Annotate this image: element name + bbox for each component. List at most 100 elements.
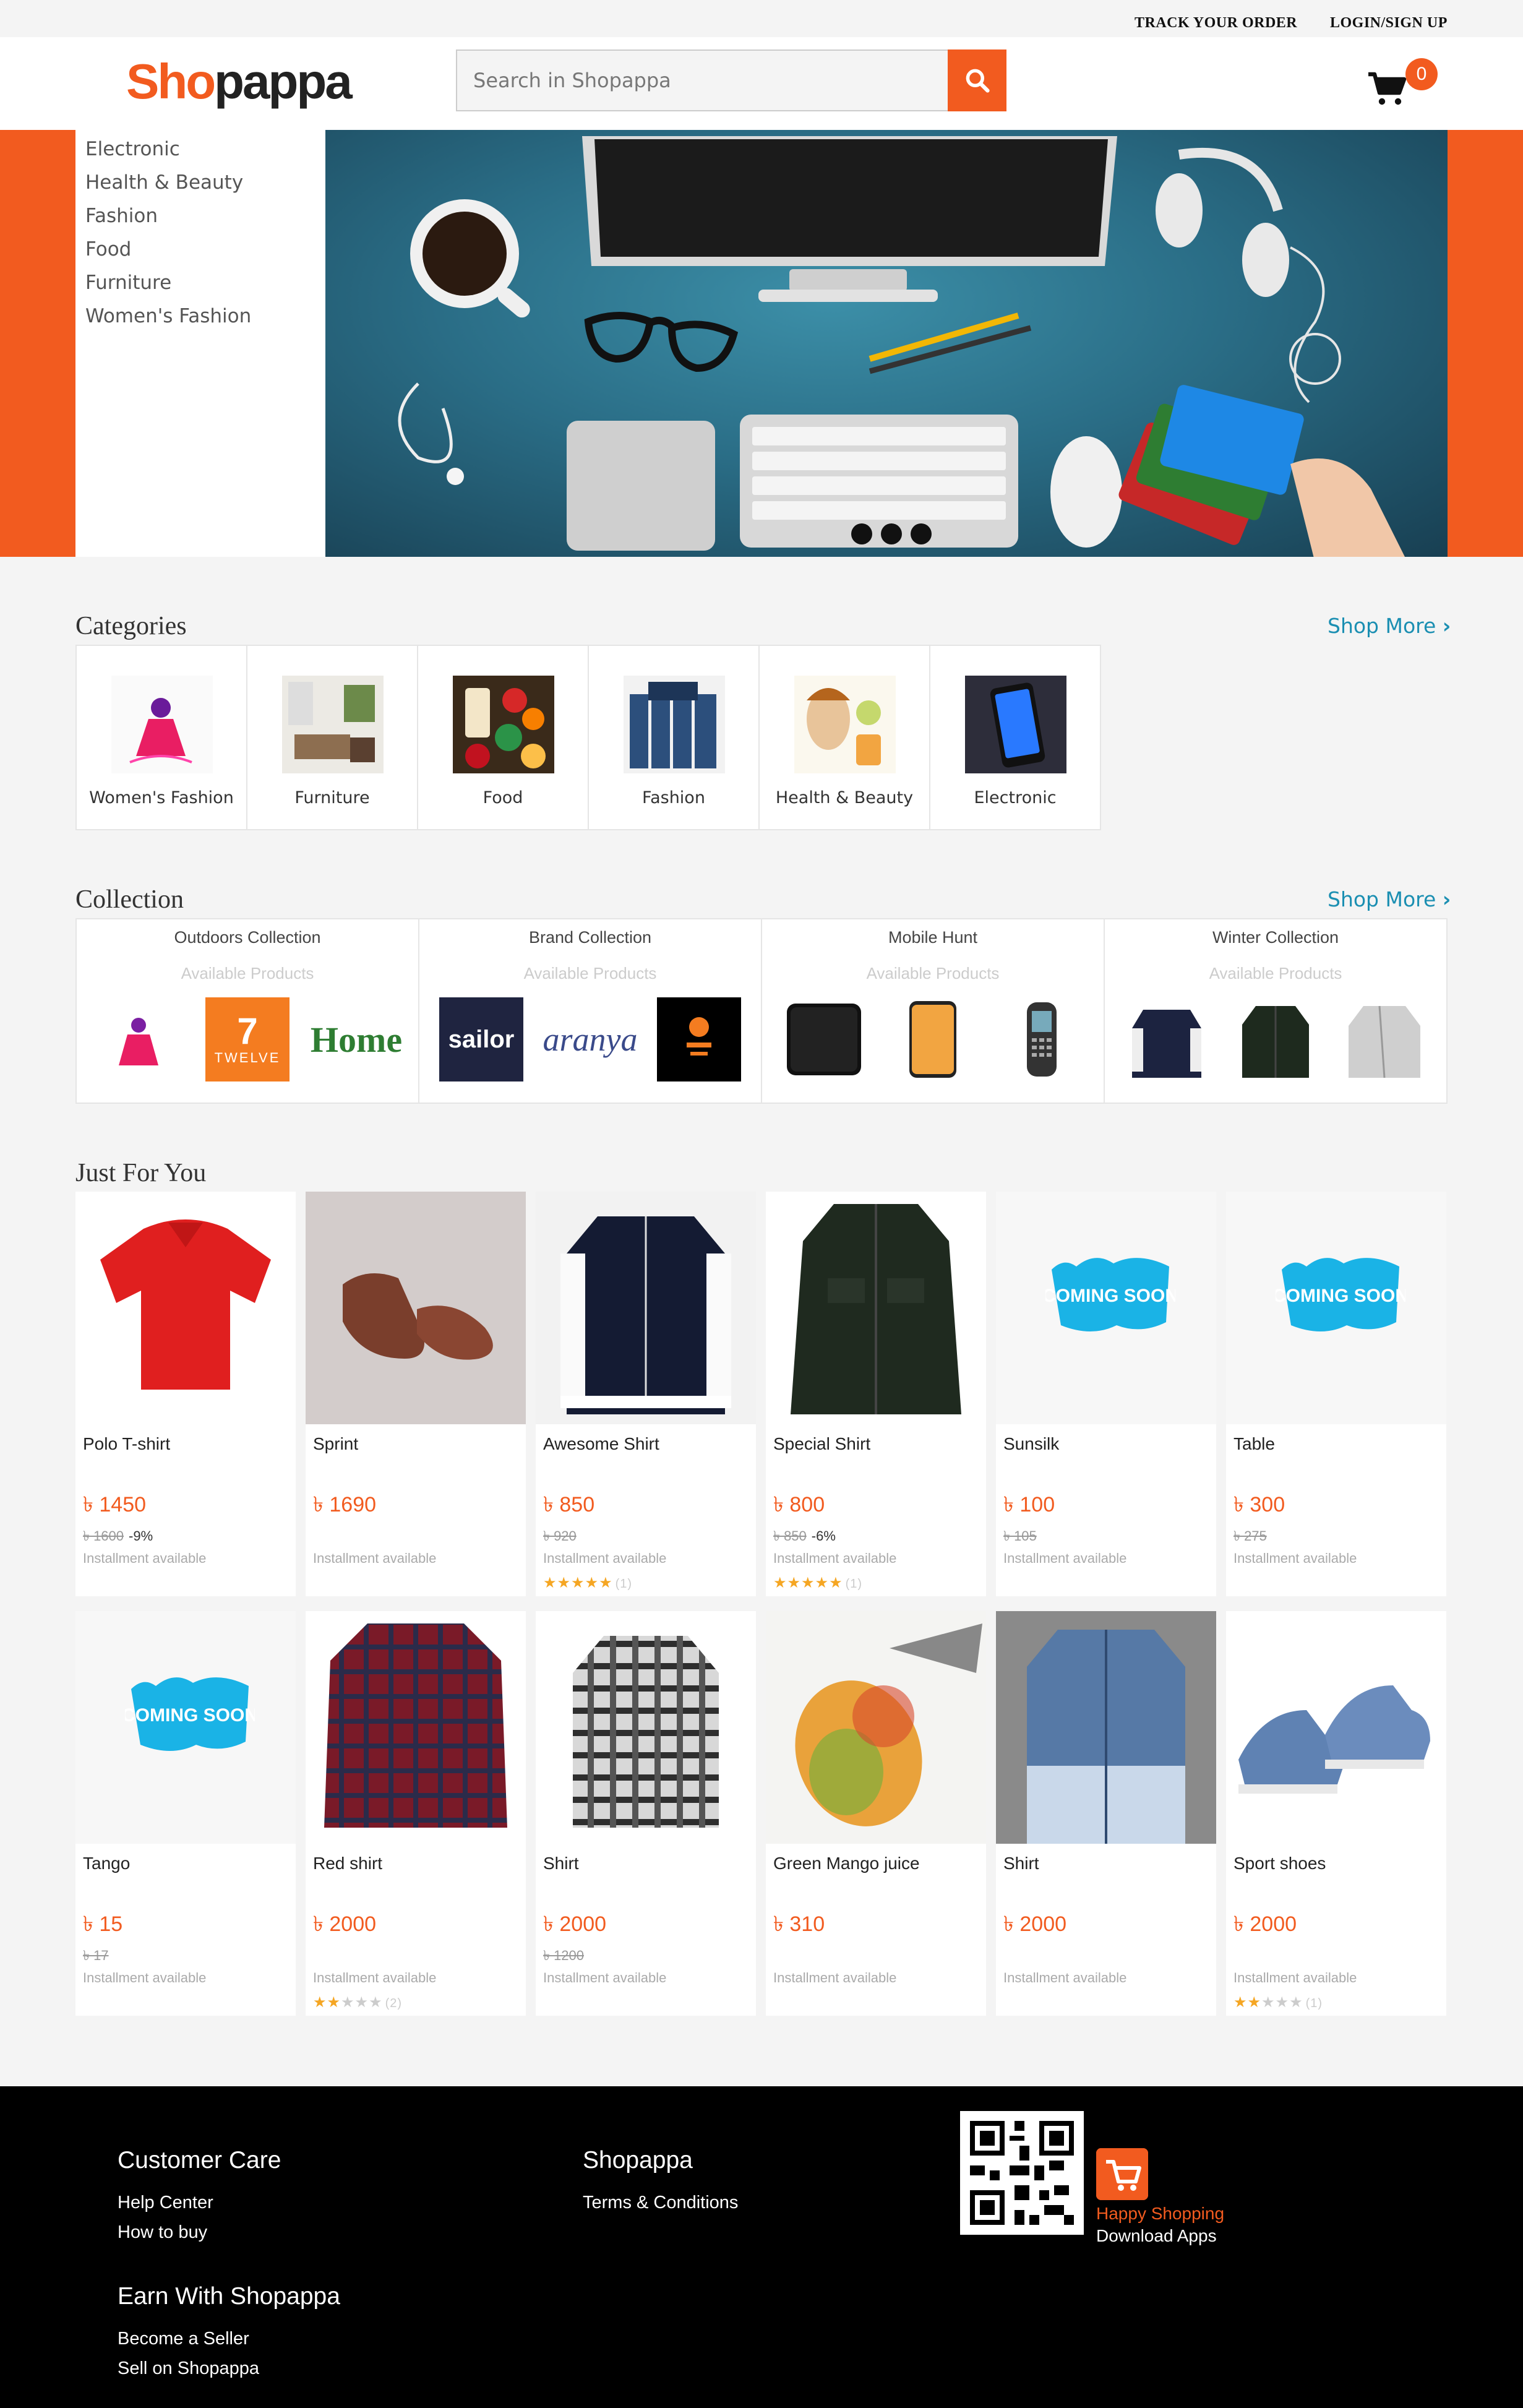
categories-title: Categories	[75, 612, 187, 640]
product-old-price: ৳ 275	[1233, 1528, 1267, 1544]
collection-shop-more-link[interactable]: Shop More ›	[1328, 887, 1451, 911]
product-card[interactable]: Sprint ৳ 1690 Installment available	[306, 1192, 526, 1596]
category-card-furniture[interactable]: Furniture	[246, 645, 418, 830]
footer-help-center-link[interactable]: Help Center	[118, 2193, 213, 2213]
product-card[interactable]: Special Shirt ৳ 800 ৳ 850 -6% Installment…	[766, 1192, 986, 1596]
product-price: ৳ 1450	[83, 1493, 147, 1516]
product-card[interactable]: Shirt ৳ 2000 Installment available	[996, 1611, 1216, 2016]
category-label: Food	[483, 788, 523, 807]
product-image	[306, 1192, 526, 1424]
collection-subtitle: Available Products	[1209, 964, 1342, 983]
search-input[interactable]	[457, 51, 948, 110]
track-order-link[interactable]: TRACK YOUR ORDER	[1135, 15, 1297, 32]
product-name: Shirt	[543, 1854, 579, 1873]
product-card[interactable]: Awesome Shirt ৳ 850 ৳ 920 Installment av…	[536, 1192, 756, 1596]
category-card-health-beauty[interactable]: Health & Beauty	[758, 645, 930, 830]
category-card-fashion[interactable]: Fashion	[588, 645, 760, 830]
top-utility-bar: TRACK YOUR ORDER LOGIN/SIGN UP	[0, 0, 1523, 37]
product-old-price-row: ৳ 850 -6%	[773, 1526, 836, 1549]
product-name: Red shirt	[313, 1854, 383, 1873]
hero-banner-image[interactable]	[325, 130, 1448, 557]
login-signup-link[interactable]: LOGIN/SIGN UP	[1330, 15, 1448, 32]
collection-subtitle: Available Products	[523, 964, 657, 983]
collection-name: Brand Collection	[528, 928, 652, 947]
womens-fashion-image	[111, 676, 213, 773]
collection-thumbs: sailor aranya	[419, 997, 761, 1081]
svg-text:COMING SOON: COMING SOON	[1045, 1286, 1175, 1306]
product-discount: -9%	[129, 1528, 153, 1544]
product-name: Green Mango juice	[773, 1854, 920, 1873]
product-card[interactable]: COMING SOON Tango ৳ 15 ৳ 17 Installment …	[75, 1611, 296, 2016]
collection-subtitle: Available Products	[181, 964, 314, 983]
product-old-price-row: ৳ 105	[1003, 1526, 1037, 1549]
app-icon[interactable]	[1096, 2148, 1148, 2200]
chevron-right-icon: ›	[1442, 887, 1451, 911]
shopping-cart-app-icon	[1096, 2148, 1148, 2200]
collection-card-brand[interactable]: Brand Collection Available Products sail…	[418, 918, 762, 1104]
product-old-price-row: ৳ 920	[543, 1526, 577, 1549]
collection-thumb-2	[1233, 997, 1318, 1081]
product-card[interactable]: Polo T-shirt ৳ 1450 ৳ 1600 -9% Installmen…	[75, 1192, 296, 1596]
product-old-price-row: ৳ 275	[1233, 1526, 1267, 1549]
product-name: Sunsilk	[1003, 1434, 1060, 1453]
carousel-dot-1[interactable]	[851, 523, 872, 544]
category-label: Women's Fashion	[89, 788, 234, 807]
carousel-dot-3[interactable]	[911, 523, 932, 544]
category-card-womens-fashion[interactable]: Women's Fashion	[75, 645, 247, 830]
installment-text: Installment available	[543, 1970, 667, 1985]
category-card-food[interactable]: Food	[417, 645, 589, 830]
review-count: (1)	[845, 1577, 863, 1591]
search-icon	[966, 69, 990, 93]
logo[interactable]: Shopappa	[126, 51, 353, 113]
product-card[interactable]: Green Mango juice ৳ 310 Installment avai…	[766, 1611, 986, 2016]
sidebar-item-electronic[interactable]: Electronic	[75, 132, 325, 166]
star-icon: ★★	[1233, 1994, 1262, 2011]
fashion-image	[624, 676, 725, 773]
sidebar-item-food[interactable]: Food	[75, 233, 325, 266]
coming-soon-badge: COMING SOON	[1276, 1258, 1405, 1331]
review-count: (2)	[385, 1997, 403, 2010]
shop-more-label: Shop More	[1328, 887, 1436, 911]
logo-part-2: pappa	[214, 54, 353, 109]
sidebar-item-womens-fashion[interactable]: Women's Fashion	[75, 299, 325, 333]
cart-count-badge: 0	[1405, 58, 1438, 90]
collection-thumb-2: 7 TWELVE	[205, 997, 290, 1081]
product-name: Sport shoes	[1233, 1854, 1326, 1873]
search-button[interactable]	[948, 49, 1006, 111]
footer-terms-link[interactable]: Terms & Conditions	[583, 2193, 738, 2213]
product-card[interactable]: COMING SOON Sunsilk ৳ 100 ৳ 105 Installm…	[996, 1192, 1216, 1596]
footer-how-to-buy-link[interactable]: How to buy	[118, 2222, 207, 2243]
product-card[interactable]: Sport shoes ৳ 2000 Installment available…	[1226, 1611, 1446, 2016]
carousel-dots	[851, 523, 932, 544]
product-name: Shirt	[1003, 1854, 1039, 1873]
chevron-right-icon: ›	[1442, 614, 1451, 638]
installment-text: Installment available	[773, 1970, 897, 1985]
collection-card-outdoors[interactable]: Outdoors Collection Available Products 7…	[75, 918, 419, 1104]
collection-card-winter[interactable]: Winter Collection Available Products	[1104, 918, 1448, 1104]
footer-sell-on-link[interactable]: Sell on Shopappa	[118, 2359, 259, 2379]
product-card[interactable]: COMING SOON Table ৳ 300 ৳ 275 Installmen…	[1226, 1192, 1446, 1596]
sidebar-item-fashion[interactable]: Fashion	[75, 199, 325, 233]
product-card[interactable]: Red shirt ৳ 2000 Installment available ★…	[306, 1611, 526, 2016]
category-card-electronic[interactable]: Electronic	[929, 645, 1101, 830]
collection-card-mobile[interactable]: Mobile Hunt Available Products	[761, 918, 1105, 1104]
product-old-price-row: ৳ 1600 -9%	[83, 1526, 153, 1549]
collection-thumb-3	[1342, 997, 1426, 1081]
footer-become-seller-link[interactable]: Become a Seller	[118, 2329, 249, 2349]
categories-shop-more-link[interactable]: Shop More ›	[1328, 614, 1451, 638]
product-discount: -6%	[811, 1528, 836, 1544]
product-name: Polo T-shirt	[83, 1434, 171, 1453]
carousel-dot-2[interactable]	[881, 523, 902, 544]
sidebar-item-health-beauty[interactable]: Health & Beauty	[75, 166, 325, 199]
product-price: ৳ 100	[1003, 1493, 1055, 1516]
product-image	[1226, 1611, 1446, 1844]
collection-thumbs	[762, 997, 1104, 1081]
product-card[interactable]: Shirt ৳ 2000 ৳ 1200 Installment availabl…	[536, 1611, 756, 2016]
star-icon: ★★★★★	[543, 1575, 613, 1591]
coming-soon-badge: COMING SOON	[125, 1677, 255, 1751]
banner-illustration	[398, 136, 1405, 557]
product-name: Table	[1233, 1434, 1275, 1453]
footer-download-apps-link[interactable]: Download Apps	[1096, 2226, 1217, 2246]
cart-button[interactable]: 0	[1367, 58, 1438, 111]
sidebar-item-furniture[interactable]: Furniture	[75, 266, 325, 299]
